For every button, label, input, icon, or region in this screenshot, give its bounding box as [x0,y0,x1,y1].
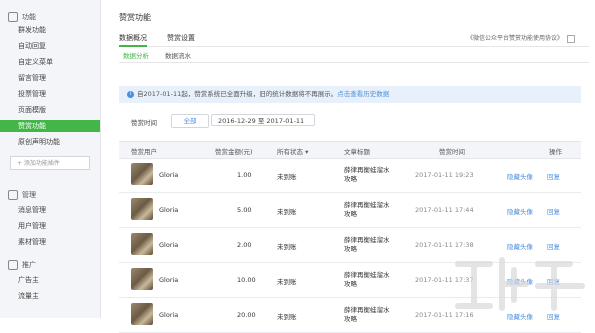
row-user: Gloria [159,171,179,179]
row-status: 未到账 [277,173,297,181]
filter-label: 赞赏时间 [131,119,157,127]
avatar [131,163,153,185]
filter-all-button[interactable]: 全部 [171,114,209,128]
sidebar-item-materials[interactable]: 素材管理 [0,236,100,248]
sidebar-item-appreciation[interactable]: 赞赏功能 [0,120,100,132]
sidebar-item-users[interactable]: 用户管理 [0,220,100,232]
time-filter: 赞赏时间 全部 2016-12-29 至 2017-01-11 [119,114,419,128]
table-header: 赞赏用户 赞赏金额(元) 所有状态 ▾ 文章标题 赞赏时间 操作 [119,141,581,159]
site-watermark [455,257,585,311]
col-actions: 操作 [549,148,562,156]
agreement-checkbox[interactable] [567,34,575,43]
sidebar-item-publisher[interactable]: 流量主 [0,290,100,302]
row-time: 2017-01-11 17:38 [415,241,474,249]
promotion-icon [8,260,18,270]
row-title: 薛律再衡蛙溜水 攻略 [344,271,390,288]
subtab-data-flow[interactable]: 数据流水 [165,50,191,60]
notice-text: 自2017-01-11起，赞赏系统已全面升级，旧的统计数据将不再展示。 [137,90,338,98]
col-status-filter[interactable]: 所有状态 ▾ [277,146,308,156]
row-status: 未到账 [277,278,297,286]
avatar [131,268,153,290]
sidebar-section-features: 功能 [8,12,36,22]
hide-avatar-link[interactable]: 隐藏头像 [507,171,533,181]
row-amount: 5.00 [237,206,252,214]
sidebar-item-original-declaration[interactable]: 原创声明功能 [0,136,100,148]
col-amount: 赞赏金额(元) [215,148,253,156]
sidebar-section-management: 管理 [8,190,36,200]
tab-data-overview[interactable]: 数据概况 [119,33,147,47]
management-icon [8,190,18,200]
hide-avatar-link[interactable]: 隐藏头像 [507,206,533,216]
sidebar-section-promotion: 推广 [8,260,36,270]
sidebar-item-messages[interactable]: 消息管理 [0,204,100,216]
sidebar-item-page-templates[interactable]: 页面模版 [0,104,100,116]
notice-banner: i 自2017-01-11起，赞赏系统已全面升级，旧的统计数据将不再展示。点击查看… [119,86,581,103]
row-time: 2017-01-11 17:44 [415,206,474,214]
agreement-link[interactable]: 《微信公众平台赞赏功能使用协议》 [467,33,575,43]
reply-link[interactable]: 回复 [547,206,560,216]
reply-link[interactable]: 回复 [547,171,560,181]
avatar [131,233,153,255]
sidebar-item-mass-send[interactable]: 群发功能 [0,24,100,36]
sidebar-item-advertiser[interactable]: 广告主 [0,274,100,286]
avatar [131,198,153,220]
row-status: 未到账 [277,243,297,251]
row-status: 未到账 [277,313,297,321]
subtab-data-analysis[interactable]: 数据分析 [123,50,149,60]
row-amount: 10.00 [237,276,256,284]
row-title: 薛律再衡蛙溜水 攻略 [344,201,390,218]
table-row: Gloria 1.00 未到账 薛律再衡蛙溜水 攻略 2017-01-11 19… [119,158,581,193]
table-row: Gloria 5.00 未到账 薛律再衡蛙溜水 攻略 2017-01-11 17… [119,193,581,228]
date-range-picker[interactable]: 2016-12-29 至 2017-01-11 [211,114,315,126]
history-data-link[interactable]: 点击查看历史数据 [337,90,389,98]
row-amount: 1.00 [237,171,252,179]
tab-appreciation-settings[interactable]: 赞赏设置 [167,33,195,43]
sidebar-item-auto-reply[interactable]: 自动回复 [0,40,100,52]
row-title: 薛律再衡蛙溜水 攻略 [344,166,390,183]
page-title: 赞赏功能 [119,13,151,22]
add-plugin-button[interactable]: + 添加功能插件 [10,156,90,170]
col-article-title: 文章标题 [344,148,370,156]
row-status: 未到账 [277,208,297,216]
row-title: 薛律再衡蛙溜水 攻略 [344,236,390,253]
subtab-bar: 数据分析 数据流水 [119,48,589,63]
col-time: 赞赏时间 [439,148,465,156]
col-user: 赞赏用户 [131,148,157,156]
tab-bar: 数据概况 赞赏设置 《微信公众平台赞赏功能使用协议》 [119,30,589,47]
sidebar-item-custom-menu[interactable]: 自定义菜单 [0,56,100,68]
sidebar-item-comments[interactable]: 留言管理 [0,72,100,84]
info-icon: i [127,90,134,98]
sidebar: 功能 群发功能 自动回复 自定义菜单 留言管理 投票管理 页面模版 赞赏功能 原… [0,0,101,318]
row-user: Gloria [159,206,179,214]
avatar [131,303,153,325]
row-amount: 2.00 [237,241,252,249]
row-time: 2017-01-11 19:23 [415,171,474,179]
sidebar-item-votes[interactable]: 投票管理 [0,88,100,100]
row-user: Gloria [159,276,179,284]
row-title: 薛律再衡蛙溜水 攻略 [344,306,390,323]
features-icon [8,12,18,22]
row-user: Gloria [159,241,179,249]
